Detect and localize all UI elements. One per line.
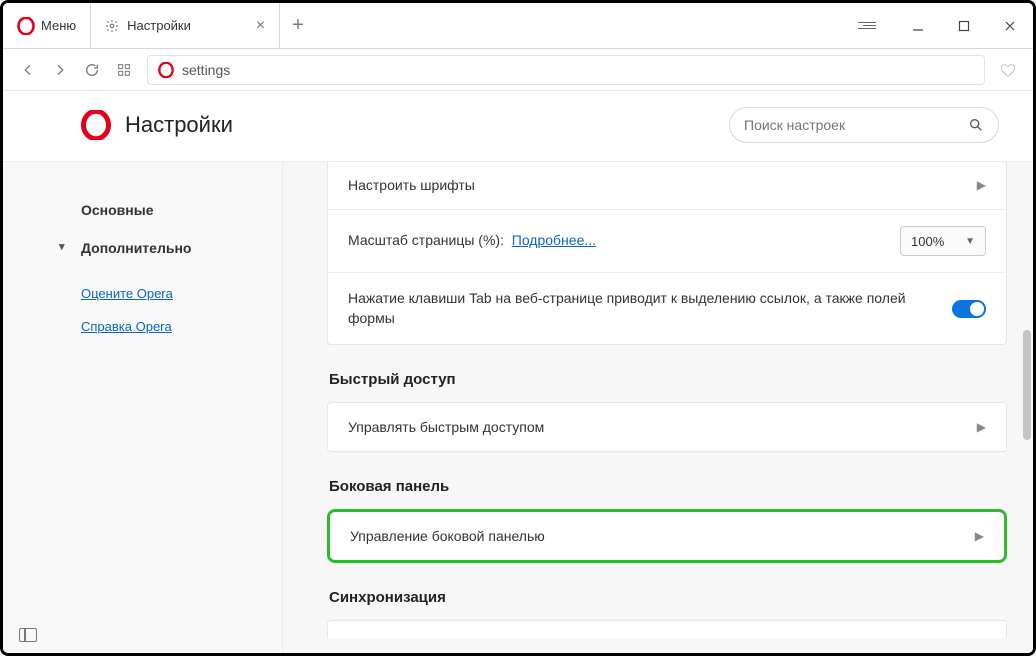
appearance-card: Настроить шрифты ▶ Масштаб страницы (%):… xyxy=(327,162,1007,345)
window-controls xyxy=(849,3,1033,48)
reload-button[interactable] xyxy=(83,61,101,79)
easy-setup-icon[interactable] xyxy=(849,3,895,49)
sidebar-link-rate[interactable]: Оцените Opera xyxy=(81,286,262,301)
opera-logo-icon xyxy=(17,17,35,35)
chevron-right-icon: ▶ xyxy=(975,529,984,543)
new-tab-button[interactable]: + xyxy=(280,3,316,48)
chevron-right-icon: ▶ xyxy=(977,178,986,192)
sidebar-item-basic[interactable]: Основные xyxy=(81,202,262,218)
titlebar: Меню Настройки × + xyxy=(3,3,1033,49)
sidebar-item-advanced[interactable]: Дополнительно xyxy=(81,240,262,256)
opera-logo-icon xyxy=(158,62,174,78)
heart-icon[interactable] xyxy=(999,61,1017,79)
forward-button[interactable] xyxy=(51,61,69,79)
browser-window: Меню Настройки × + settings xyxy=(0,0,1036,656)
tab-highlight-label: Нажатие клавиши Tab на веб-странице прив… xyxy=(348,289,952,328)
tab-close-icon[interactable]: × xyxy=(256,18,265,34)
settings-sidebar: Основные Дополнительно Оцените Opera Спр… xyxy=(3,162,283,656)
menu-button[interactable]: Меню xyxy=(3,3,90,48)
address-text: settings xyxy=(182,62,230,78)
settings-search[interactable] xyxy=(729,107,999,143)
chevron-right-icon: ▶ xyxy=(977,420,986,434)
page-title: Настройки xyxy=(125,112,233,138)
search-input[interactable] xyxy=(744,117,958,133)
address-bar[interactable]: settings xyxy=(147,55,985,85)
learn-more-link[interactable]: Подробнее... xyxy=(512,232,596,248)
minimize-button[interactable] xyxy=(895,3,941,49)
zoom-value: 100% xyxy=(911,234,944,249)
search-icon xyxy=(968,117,984,133)
settings-main: Настроить шрифты ▶ Масштаб страницы (%):… xyxy=(283,162,1033,656)
section-sync-title: Синхронизация xyxy=(329,589,1007,606)
tab-settings[interactable]: Настройки × xyxy=(90,3,280,48)
manage-sidebar-row[interactable]: Управление боковой панелью ▶ xyxy=(330,512,1004,560)
chevron-down-icon: ▼ xyxy=(965,236,975,247)
scrollbar-thumb[interactable] xyxy=(1023,330,1031,440)
opera-logo-icon xyxy=(81,110,111,140)
zoom-select[interactable]: 100% ▼ xyxy=(900,226,986,256)
settings-header: Настройки xyxy=(3,91,1033,162)
menu-label: Меню xyxy=(41,18,76,33)
tab-highlight-toggle[interactable] xyxy=(952,300,986,318)
sidebar-link-help[interactable]: Справка Opera xyxy=(81,319,262,334)
configure-fonts-row[interactable]: Настроить шрифты ▶ xyxy=(328,162,1006,209)
gear-icon xyxy=(105,19,119,33)
section-sidebar-title: Боковая панель xyxy=(329,478,1007,495)
configure-fonts-label: Настроить шрифты xyxy=(348,177,475,193)
tab-title: Настройки xyxy=(127,18,248,33)
page-content: Настройки Основные Дополнительно Оцените… xyxy=(3,91,1033,653)
page-zoom-label: Масштаб страницы (%): xyxy=(348,232,504,248)
sidebar-panel-card: Управление боковой панелью ▶ xyxy=(327,509,1007,563)
manage-speed-dial-row[interactable]: Управлять быстрым доступом ▶ xyxy=(328,403,1006,451)
navbar: settings xyxy=(3,49,1033,91)
back-button[interactable] xyxy=(19,61,37,79)
section-speed-dial-title: Быстрый доступ xyxy=(329,371,1007,388)
manage-speed-dial-label: Управлять быстрым доступом xyxy=(348,419,544,435)
page-zoom-row: Масштаб страницы (%): Подробнее... 100% … xyxy=(328,209,1006,272)
sync-card xyxy=(327,620,1007,638)
speed-dial-card: Управлять быстрым доступом ▶ xyxy=(327,402,1007,452)
manage-sidebar-label: Управление боковой панелью xyxy=(350,528,545,544)
tab-highlight-row: Нажатие клавиши Tab на веб-странице прив… xyxy=(328,272,1006,344)
speed-dial-icon[interactable] xyxy=(115,61,133,79)
close-button[interactable] xyxy=(987,3,1033,49)
panel-toggle-icon[interactable] xyxy=(19,628,37,642)
maximize-button[interactable] xyxy=(941,3,987,49)
